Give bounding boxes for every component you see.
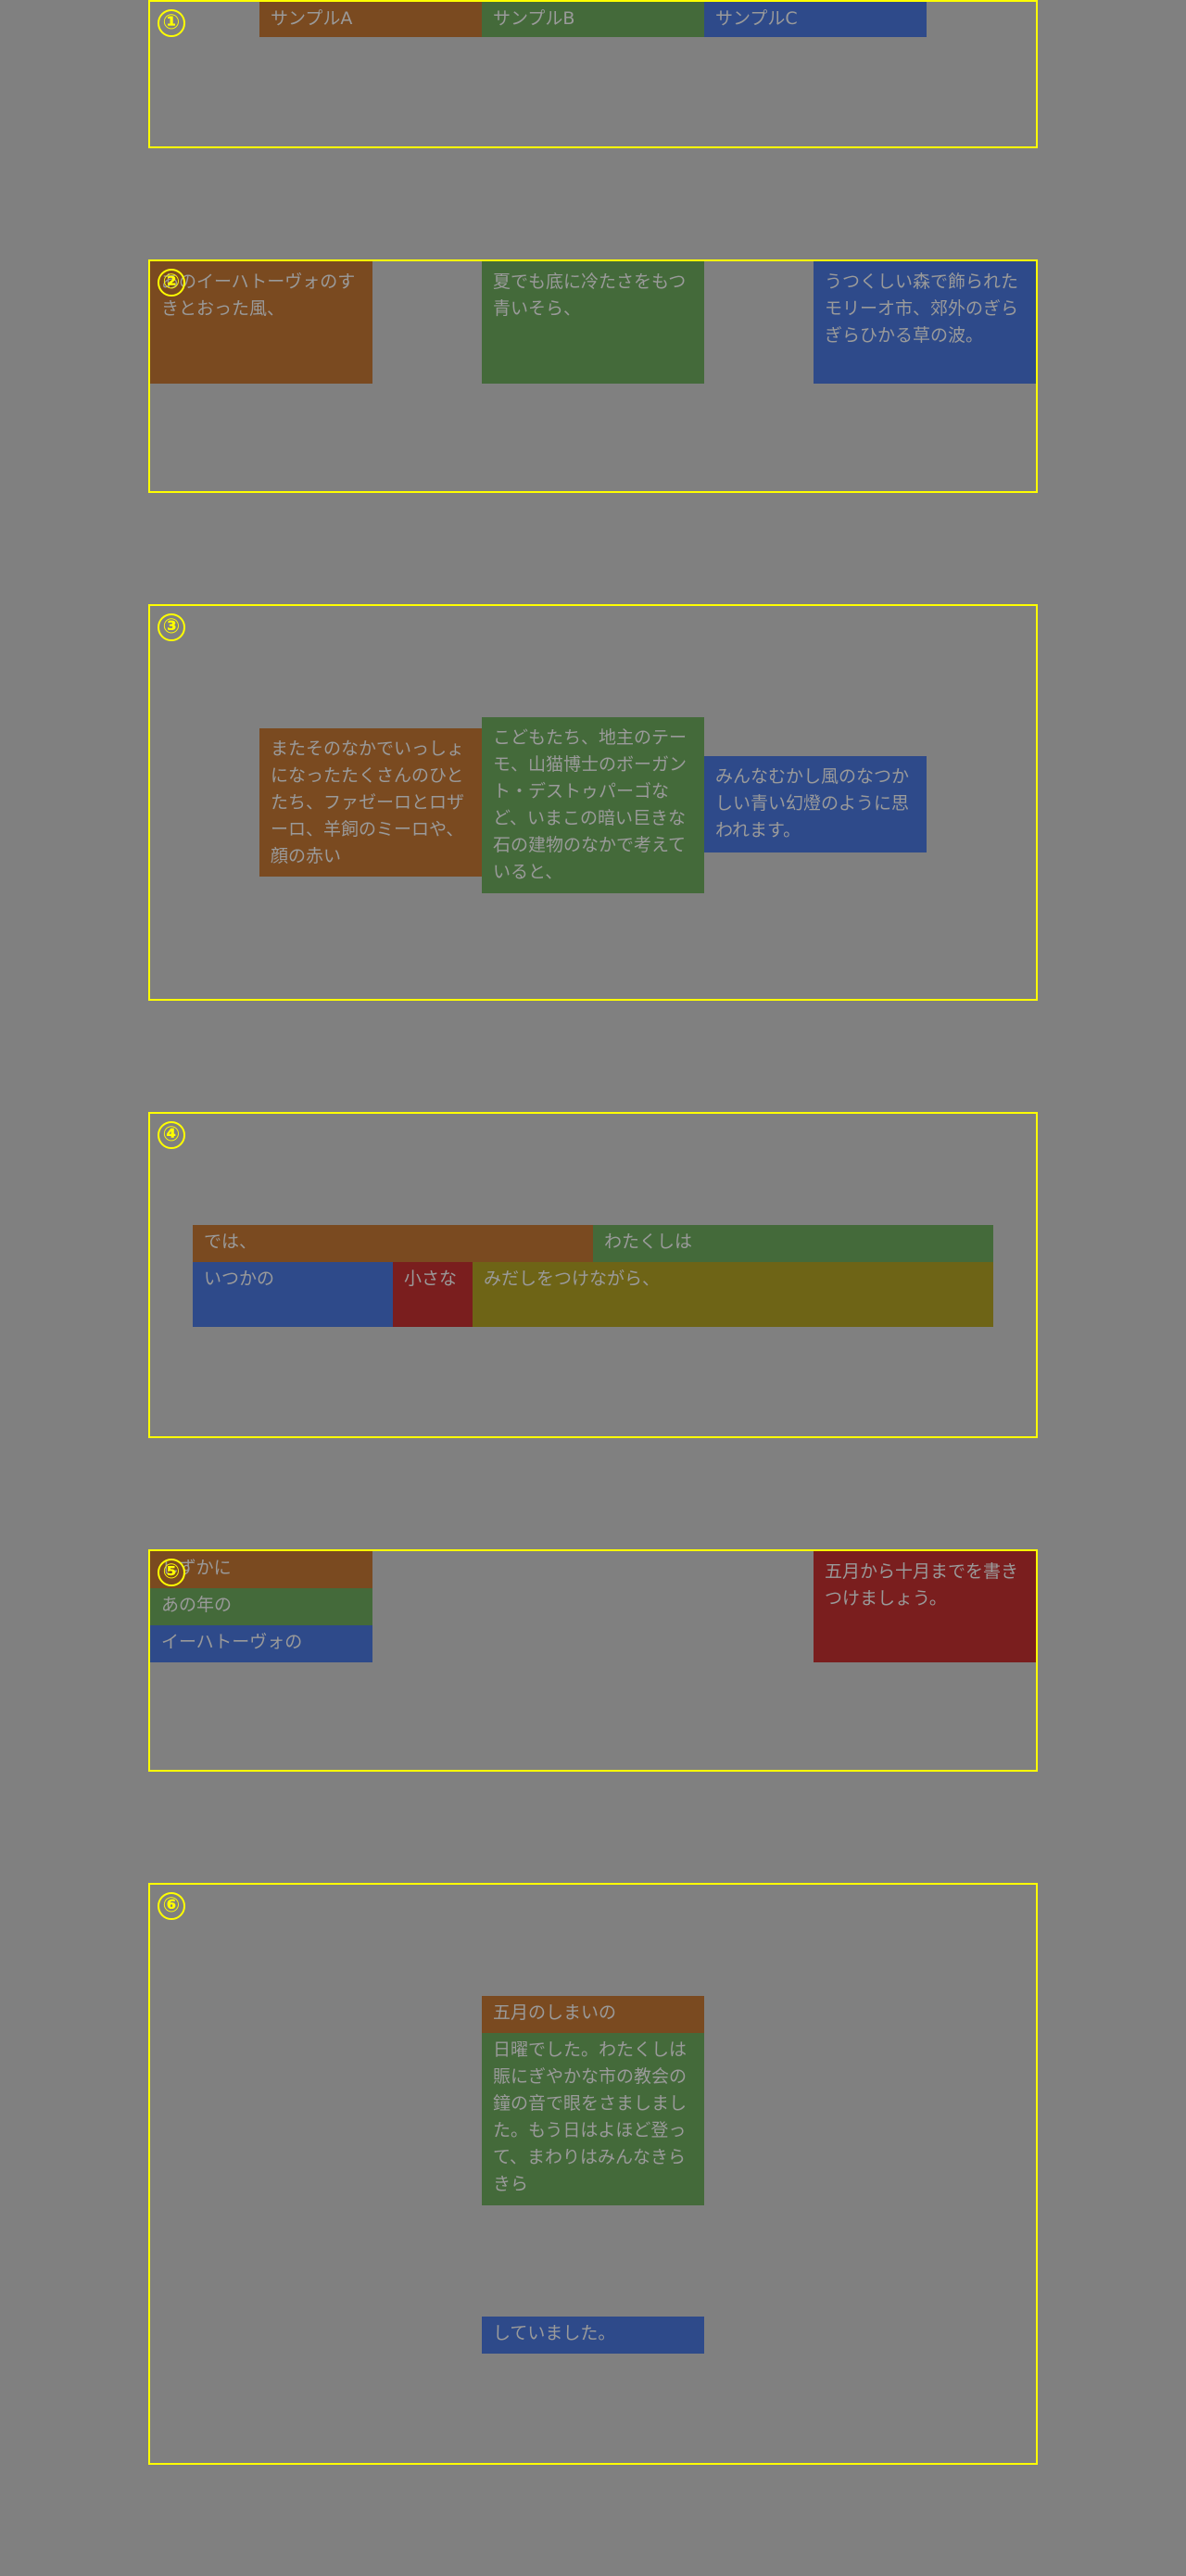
section-2-frame: ② あのイーハトーヴォのすきとおった風、 夏でも底に冷たさをもつ青いそら、 うつ… <box>148 259 1038 493</box>
section-number-badge: ① <box>158 9 185 37</box>
sample-c-box: サンプルC <box>704 2 927 37</box>
text-box-right: みんなむかし風のなつかしい青い幻燈のように思われます。 <box>704 756 927 852</box>
section-6-frame: ⑥ 五月のしまいの 日曜でした。わたくしは賑にぎやかな市の教会の鐘の音で眼をさま… <box>148 1883 1038 2465</box>
body-box: 日曜でした。わたくしは賑にぎやかな市の教会の鐘の音で眼をさましました。もう日はよ… <box>482 2033 704 2205</box>
text-box-right: 五月から十月までを書きつけましょう。 <box>814 1551 1036 1662</box>
heading-box: 五月のしまいの <box>482 1996 704 2033</box>
section-5-frame: ⑤ しずかに あの年の イーハトーヴォの 五月から十月までを書きつけましょう。 <box>148 1549 1038 1772</box>
stacked-box-3: イーハトーヴォの <box>150 1625 372 1662</box>
tail-box: していました。 <box>482 2317 704 2354</box>
sample-a-box: サンプルA <box>259 2 482 37</box>
section-number-badge: ③ <box>158 613 185 641</box>
section-number-badge: ⑤ <box>158 1559 185 1586</box>
inline-box-2: わたくしは <box>593 1225 993 1262</box>
sample-b-box: サンプルB <box>482 2 704 37</box>
inline-box-1: では、 <box>193 1225 593 1262</box>
section-number-badge: ② <box>158 269 185 297</box>
section-4-frame: ④ では、 わたくしは いつかの 小さな みだしをつけながら、 <box>148 1112 1038 1438</box>
inline-box-3: いつかの <box>193 1262 393 1327</box>
section-number-badge: ⑥ <box>158 1892 185 1920</box>
text-box-left: またそのなかでいっしょになったたくさんのひとたち、ファゼーロとロザーロ、羊飼のミ… <box>259 728 482 877</box>
text-box-center: こどもたち、地主のテーモ、山猫博士のボーガント・デストゥパーゴなど、いまこの暗い… <box>482 717 704 893</box>
inline-box-5: みだしをつけながら、 <box>473 1262 993 1327</box>
section-number-badge: ④ <box>158 1121 185 1149</box>
text-box-right: うつくしい森で飾られたモリーオ市、郊外のぎらぎらひかる草の波。 <box>814 261 1036 384</box>
inline-box-4: 小さな <box>393 1262 473 1327</box>
section-1-frame: ① サンプルA サンプルB サンプルC <box>148 0 1038 148</box>
text-box-center: 夏でも底に冷たさをもつ青いそら、 <box>482 261 704 384</box>
stacked-box-2: あの年の <box>150 1588 372 1625</box>
section-3-frame: ③ またそのなかでいっしょになったたくさんのひとたち、ファゼーロとロザーロ、羊飼… <box>148 604 1038 1001</box>
